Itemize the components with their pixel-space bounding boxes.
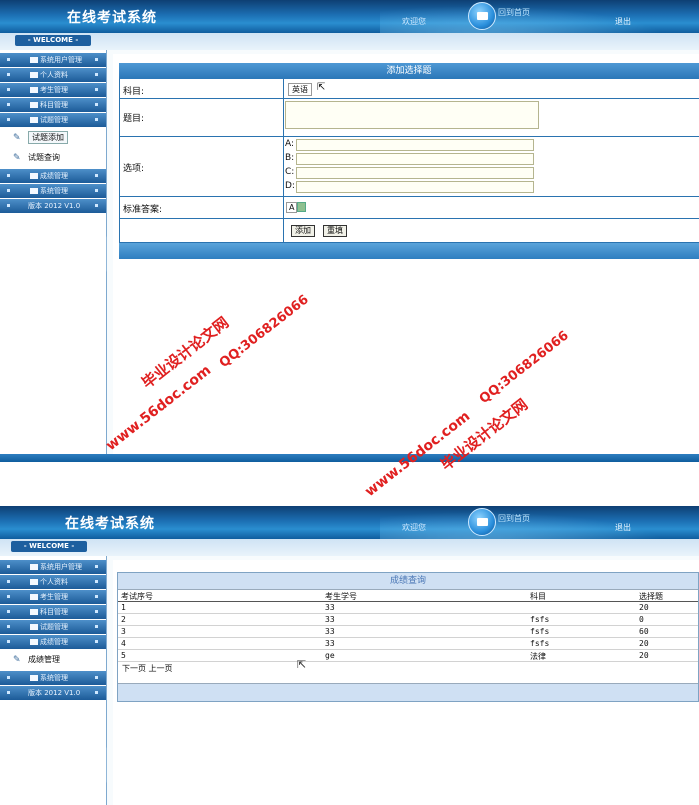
- menu-system-users[interactable]: 系统用户管理: [0, 53, 106, 67]
- header-link-home[interactable]: 回到首页: [498, 7, 530, 18]
- menu-system[interactable]: 系统管理: [0, 184, 106, 198]
- menu-scores[interactable]: 成绩管理: [0, 635, 106, 649]
- folder-icon: [30, 639, 38, 645]
- table-row: 3 33 fsfs 60: [118, 626, 698, 638]
- folder-icon: [30, 579, 38, 585]
- subject-label: 科目:: [123, 87, 145, 97]
- submenu-add-question[interactable]: ✎ 试题添加: [0, 128, 106, 148]
- score-table: 考试序号 考生学号 科目 选择题 1 33 20 2 33 fsfs 0 3 3…: [118, 590, 698, 662]
- folder-icon: [30, 624, 38, 630]
- table-row: 5 ge 法律 20: [118, 650, 698, 662]
- question-row: 题目:: [119, 99, 699, 137]
- pencil-icon: ✎: [13, 655, 21, 665]
- menu-system[interactable]: 系统管理: [0, 671, 106, 685]
- col-choice-score: 选择题: [639, 592, 663, 601]
- col-subject: 科目: [530, 592, 546, 601]
- menu-subjects[interactable]: 科目管理: [0, 98, 106, 112]
- folder-icon: [30, 72, 38, 78]
- cursor-icon: ⇱: [317, 82, 326, 93]
- header-bar: 在线考试系统 欢迎您 回到首页 退出: [0, 0, 699, 33]
- button-row: 添加 重填: [119, 219, 699, 243]
- form-footer-bar: [119, 243, 699, 259]
- welcome-label: - WELCOME -: [15, 35, 91, 46]
- question-label: 题目:: [123, 114, 145, 124]
- folder-icon: [30, 675, 38, 681]
- menu-questions[interactable]: 试题管理: [0, 113, 106, 127]
- folder-icon: [30, 594, 38, 600]
- chevron-down-icon[interactable]: [297, 202, 306, 212]
- sidebar: 系统用户管理 个人资料 考生管理 科目管理 试题管理 ✎ 试题添加 ✎ 试题查询 成…: [0, 50, 107, 462]
- header-link-welcome[interactable]: 欢迎您: [402, 16, 426, 27]
- screenshot-add-question: 在线考试系统 欢迎您 回到首页 退出 - WELCOME - 系统用户管理 个人…: [0, 0, 699, 462]
- header-link-logout[interactable]: 退出: [615, 522, 631, 533]
- score-table-footer: [118, 683, 698, 701]
- options-label: 选项:: [123, 164, 145, 174]
- option-c-input[interactable]: [296, 167, 534, 179]
- welcome-bar: - WELCOME -: [0, 33, 699, 50]
- mail-icon[interactable]: [468, 508, 496, 536]
- answer-select[interactable]: A: [286, 202, 298, 213]
- option-d-input[interactable]: [296, 181, 534, 193]
- header-link-welcome[interactable]: 欢迎您: [402, 522, 426, 533]
- welcome-bar: - WELCOME -: [0, 539, 699, 556]
- option-a-input[interactable]: [296, 139, 534, 151]
- welcome-label: - WELCOME -: [11, 541, 87, 552]
- pagination-links[interactable]: 下一页 上一页: [118, 662, 698, 675]
- col-exam-id: 考试序号: [121, 592, 153, 601]
- option-b-input[interactable]: [296, 153, 534, 165]
- submenu-score-manage[interactable]: ✎ 成绩管理: [0, 650, 106, 670]
- bottom-bar: [0, 454, 699, 462]
- menu-system-users[interactable]: 系统用户管理: [0, 560, 106, 574]
- menu-students[interactable]: 考生管理: [0, 590, 106, 604]
- options-row: 选项: A: B: C: D:: [119, 137, 699, 197]
- header-link-logout[interactable]: 退出: [615, 16, 631, 27]
- menu-questions[interactable]: 试题管理: [0, 620, 106, 634]
- version-label: 版本 2012 V1.0: [0, 686, 106, 700]
- table-row: 4 33 fsfs 20: [118, 638, 698, 650]
- reset-button[interactable]: 重填: [323, 225, 347, 237]
- add-question-form: 添加选择题 科目: 英语 ⇱ 题目: 选项: A: B: C: D: 标准答案:: [119, 63, 699, 259]
- table-row: 1 33 20: [118, 602, 698, 614]
- col-student-id: 考生学号: [325, 592, 357, 601]
- folder-icon: [30, 564, 38, 570]
- menu-students[interactable]: 考生管理: [0, 83, 106, 97]
- menu-profile[interactable]: 个人资料: [0, 575, 106, 589]
- question-textarea[interactable]: [285, 101, 539, 129]
- folder-icon: [30, 102, 38, 108]
- subject-select[interactable]: 英语: [288, 83, 312, 96]
- sidebar: 系统用户管理 个人资料 考生管理 科目管理 试题管理 成绩管理 ✎ 成绩管理 系统…: [0, 556, 107, 805]
- table-row: 2 33 fsfs 0: [118, 614, 698, 626]
- folder-icon: [30, 117, 38, 123]
- screenshot-score-query: 在线考试系统 欢迎您 回到首页 退出 - WELCOME - 系统用户管理 个人…: [0, 506, 699, 805]
- submenu-query-question[interactable]: ✎ 试题查询: [0, 148, 106, 168]
- subject-row: 科目: 英语 ⇱: [119, 79, 699, 99]
- score-table-panel: 成绩查询 考试序号 考生学号 科目 选择题 1 33 20 2 33 fsfs …: [117, 572, 699, 702]
- answer-row: 标准答案: A: [119, 197, 699, 219]
- folder-icon: [30, 57, 38, 63]
- app-title: 在线考试系统: [67, 10, 157, 26]
- header-link-home[interactable]: 回到首页: [498, 513, 530, 524]
- answer-label: 标准答案:: [123, 205, 163, 215]
- version-label: 版本 2012 V1.0: [0, 199, 106, 213]
- folder-icon: [30, 188, 38, 194]
- pencil-icon: ✎: [13, 153, 21, 163]
- menu-scores[interactable]: 成绩管理: [0, 169, 106, 183]
- folder-icon: [30, 87, 38, 93]
- mail-icon[interactable]: [468, 2, 496, 30]
- form-title: 添加选择题: [119, 63, 699, 79]
- menu-profile[interactable]: 个人资料: [0, 68, 106, 82]
- header-bar: 在线考试系统 欢迎您 回到首页 退出: [0, 506, 699, 539]
- folder-icon: [30, 609, 38, 615]
- add-button[interactable]: 添加: [291, 225, 315, 237]
- app-title: 在线考试系统: [65, 516, 155, 532]
- pencil-icon: ✎: [13, 133, 21, 143]
- cursor-icon: ⇱: [297, 658, 307, 671]
- table-header-row: 考试序号 考生学号 科目 选择题: [118, 590, 698, 602]
- score-table-title: 成绩查询: [118, 573, 698, 590]
- folder-icon: [30, 173, 38, 179]
- menu-subjects[interactable]: 科目管理: [0, 605, 106, 619]
